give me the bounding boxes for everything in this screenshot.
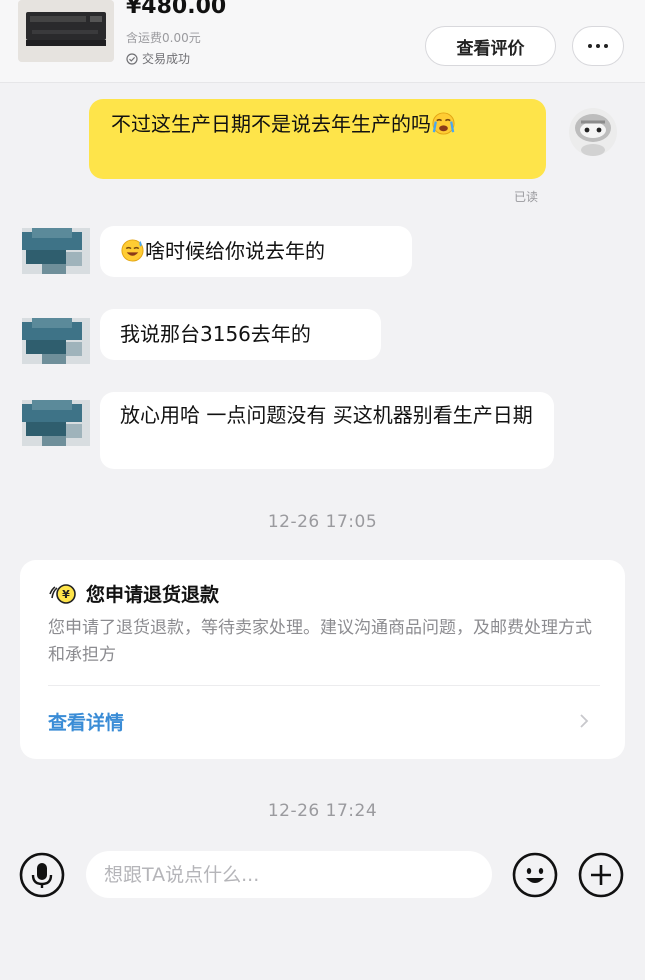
read-status: 已读 <box>514 190 539 204</box>
product-header: ¥480.00 含运费0.00元 交易成功 查看评价 <box>0 0 645 83</box>
trade-status: 交易成功 <box>126 50 190 67</box>
plus-icon[interactable] <box>578 852 624 898</box>
crying-emoji <box>432 112 455 135</box>
input-bar <box>0 838 645 913</box>
message-bubble-other[interactable]: 啥时候给你说去年的 <box>100 226 412 277</box>
trade-status-label: 交易成功 <box>142 52 191 66</box>
refund-coin-icon: ¥ <box>49 583 76 604</box>
more-horizontal-icon <box>588 44 608 48</box>
refund-title: ¥ 您申请退货退款 <box>48 580 219 607</box>
message-text: 啥时候给你说去年的 <box>145 239 325 263</box>
chevron-right-icon[interactable] <box>577 710 591 732</box>
refund-card[interactable]: ¥ 您申请退货退款 您申请了退货退款，等待卖家处理。建议沟通商品问题，及邮费处理… <box>20 560 625 759</box>
microphone-icon[interactable] <box>19 852 65 898</box>
message-input[interactable] <box>86 851 492 898</box>
refund-description: 您申请了退货退款，等待卖家处理。建议沟通商品问题，及邮费处理方式和承担方 <box>48 618 592 665</box>
my-avatar[interactable] <box>567 106 619 158</box>
message-text: 我说那台3156去年的 <box>120 322 311 346</box>
seller-avatar[interactable] <box>22 228 90 274</box>
message-bubble-other[interactable]: 我说那台3156去年的 <box>100 309 381 360</box>
refund-title-text: 您申请退货退款 <box>86 584 220 606</box>
seller-avatar[interactable] <box>22 400 90 446</box>
seller-avatar[interactable] <box>22 318 90 364</box>
message-text: 放心用哈 一点问题没有 买这机器别看生产日期 <box>120 403 533 427</box>
shipping-fee: 含运费0.00元 <box>126 31 201 45</box>
product-price: ¥480.00 <box>126 0 227 19</box>
view-details-link[interactable]: 查看详情 <box>48 708 124 735</box>
product-thumbnail[interactable] <box>18 0 114 62</box>
message-bubble-mine[interactable]: 不过这生产日期不是说去年生产的吗 <box>89 99 546 179</box>
emoji-icon[interactable] <box>512 852 558 898</box>
timestamp: 12-26 17:24 <box>267 801 378 821</box>
message-text: 不过这生产日期不是说去年生产的吗 <box>111 112 431 136</box>
svg-text:¥: ¥ <box>62 588 70 601</box>
sweat-smile-emoji <box>121 239 144 262</box>
timestamp: 12-26 17:05 <box>267 512 378 532</box>
view-review-button[interactable]: 查看评价 <box>425 26 556 66</box>
divider <box>48 685 600 686</box>
more-button[interactable] <box>572 26 624 66</box>
message-bubble-other[interactable]: 放心用哈 一点问题没有 买这机器别看生产日期 <box>100 392 554 469</box>
check-circle-icon <box>126 52 138 65</box>
